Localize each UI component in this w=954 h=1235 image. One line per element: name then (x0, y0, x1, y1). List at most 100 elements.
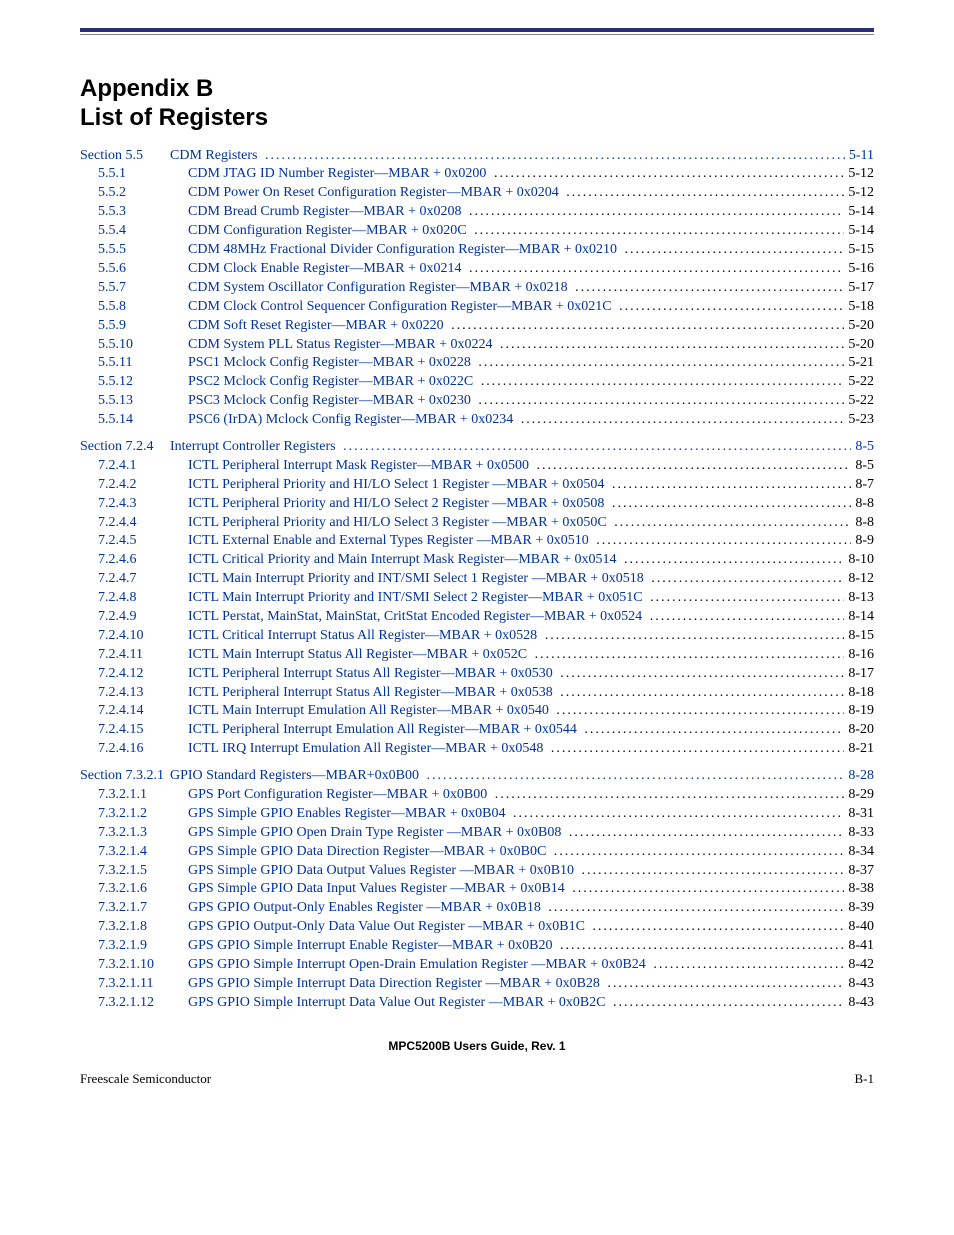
toc-entry-number[interactable]: 5.5.12 (80, 373, 188, 392)
toc-entry-number[interactable]: 7.2.4.8 (80, 589, 188, 608)
toc-entry-title[interactable]: ICTL Peripheral Interrupt Status All Reg… (188, 684, 844, 703)
toc-entry-number[interactable]: 5.5.4 (80, 222, 188, 241)
toc-entry-number[interactable]: 5.5.14 (80, 411, 188, 430)
toc-entry-title[interactable]: Interrupt Controller Registers (170, 438, 851, 457)
toc-entry-number[interactable]: 5.5.8 (80, 298, 188, 317)
toc-entry-number[interactable]: 5.5.3 (80, 203, 188, 222)
toc-entry-page[interactable]: 5-14 (844, 222, 874, 241)
toc-entry-page[interactable]: 5-21 (844, 354, 874, 373)
toc-entry-title[interactable]: GPIO Standard Registers—MBAR+0x0B00 (170, 767, 844, 786)
toc-entry-number[interactable]: 5.5.6 (80, 260, 188, 279)
toc-entry-title[interactable]: CDM Power On Reset Configuration Registe… (188, 184, 844, 203)
toc-entry-title[interactable]: CDM Registers (170, 147, 845, 166)
toc-entry-title[interactable]: CDM Clock Enable Register—MBAR + 0x0214 (188, 260, 844, 279)
toc-entry-title[interactable]: GPS Simple GPIO Data Output Values Regis… (188, 862, 844, 881)
toc-entry-page[interactable]: 8-41 (844, 937, 874, 956)
toc-entry-page[interactable]: 8-43 (844, 994, 874, 1013)
toc-entry-title[interactable]: ICTL Peripheral Priority and HI/LO Selec… (188, 514, 851, 533)
toc-entry-number[interactable]: 7.2.4.9 (80, 608, 188, 627)
toc-entry-number[interactable]: 7.3.2.1.5 (80, 862, 188, 881)
toc-entry-page[interactable]: 8-33 (844, 824, 874, 843)
toc-entry-title[interactable]: GPS GPIO Simple Interrupt Data Value Out… (188, 994, 844, 1013)
toc-entry-title[interactable]: ICTL Perstat, MainStat, MainStat, CritSt… (188, 608, 844, 627)
toc-entry-number[interactable]: 7.3.2.1.1 (80, 786, 188, 805)
toc-entry-title[interactable]: ICTL Main Interrupt Emulation All Regist… (188, 702, 844, 721)
toc-entry-page[interactable]: 5-22 (844, 392, 874, 411)
toc-entry-title[interactable]: ICTL IRQ Interrupt Emulation All Registe… (188, 740, 844, 759)
toc-entry-title[interactable]: GPS GPIO Simple Interrupt Open-Drain Emu… (188, 956, 844, 975)
toc-entry-page[interactable]: 8-14 (844, 608, 874, 627)
toc-entry-title[interactable]: ICTL Peripheral Priority and HI/LO Selec… (188, 476, 851, 495)
toc-entry-title[interactable]: GPS GPIO Simple Interrupt Enable Registe… (188, 937, 844, 956)
toc-entry-number[interactable]: 7.2.4.16 (80, 740, 188, 759)
toc-entry-page[interactable]: 8-16 (844, 646, 874, 665)
toc-entry-page[interactable]: 5-15 (844, 241, 874, 260)
toc-entry-page[interactable]: 8-5 (851, 457, 874, 476)
toc-entry-page[interactable]: 8-20 (844, 721, 874, 740)
toc-entry-title[interactable]: ICTL Peripheral Interrupt Emulation All … (188, 721, 844, 740)
toc-entry-number[interactable]: 7.2.4.7 (80, 570, 188, 589)
toc-entry-number[interactable]: 7.2.4.10 (80, 627, 188, 646)
toc-entry-page[interactable]: 8-39 (844, 899, 874, 918)
toc-entry-title[interactable]: PSC6 (IrDA) Mclock Config Register—MBAR … (188, 411, 844, 430)
toc-entry-number[interactable]: 7.2.4.11 (80, 646, 188, 665)
toc-entry-title[interactable]: ICTL Critical Priority and Main Interrup… (188, 551, 844, 570)
toc-entry-page[interactable]: 8-12 (844, 570, 874, 589)
toc-entry-title[interactable]: ICTL Peripheral Interrupt Mask Register—… (188, 457, 851, 476)
toc-entry-title[interactable]: CDM System PLL Status Register—MBAR + 0x… (188, 336, 844, 355)
toc-entry-page[interactable]: 5-16 (844, 260, 874, 279)
toc-entry-number[interactable]: 7.2.4.5 (80, 532, 188, 551)
toc-entry-title[interactable]: ICTL Peripheral Priority and HI/LO Selec… (188, 495, 851, 514)
toc-entry-title[interactable]: ICTL Peripheral Interrupt Status All Reg… (188, 665, 844, 684)
toc-entry-page[interactable]: 8-29 (844, 786, 874, 805)
toc-entry-title[interactable]: CDM Bread Crumb Register—MBAR + 0x0208 (188, 203, 844, 222)
toc-entry-number[interactable]: Section 7.2.4 (80, 438, 170, 457)
toc-entry-number[interactable]: 5.5.11 (80, 354, 188, 373)
toc-entry-page[interactable]: 8-15 (844, 627, 874, 646)
toc-entry-page[interactable]: 8-21 (844, 740, 874, 759)
toc-entry-title[interactable]: GPS GPIO Simple Interrupt Data Direction… (188, 975, 844, 994)
toc-entry-page[interactable]: 8-10 (844, 551, 874, 570)
toc-entry-page[interactable]: 8-43 (844, 975, 874, 994)
toc-entry-number[interactable]: 7.2.4.14 (80, 702, 188, 721)
toc-entry-number[interactable]: Section 7.3.2.1 (80, 767, 170, 786)
toc-entry-number[interactable]: 7.2.4.15 (80, 721, 188, 740)
toc-entry-page[interactable]: 8-34 (844, 843, 874, 862)
toc-entry-page[interactable]: 5-11 (845, 147, 874, 166)
toc-entry-page[interactable]: 8-8 (851, 514, 874, 533)
toc-entry-title[interactable]: ICTL Critical Interrupt Status All Regis… (188, 627, 844, 646)
toc-entry-page[interactable]: 8-9 (851, 532, 874, 551)
toc-entry-page[interactable]: 5-20 (844, 317, 874, 336)
toc-entry-number[interactable]: 7.2.4.4 (80, 514, 188, 533)
toc-entry-number[interactable]: 5.5.10 (80, 336, 188, 355)
toc-entry-title[interactable]: GPS Simple GPIO Data Input Values Regist… (188, 880, 844, 899)
toc-entry-number[interactable]: 7.3.2.1.3 (80, 824, 188, 843)
toc-entry-number[interactable]: 5.5.5 (80, 241, 188, 260)
toc-entry-number[interactable]: 7.2.4.6 (80, 551, 188, 570)
toc-entry-page[interactable]: 8-28 (844, 767, 874, 786)
toc-entry-title[interactable]: CDM Clock Control Sequencer Configuratio… (188, 298, 844, 317)
toc-entry-title[interactable]: ICTL Main Interrupt Priority and INT/SMI… (188, 570, 844, 589)
toc-entry-title[interactable]: GPS GPIO Output-Only Data Value Out Regi… (188, 918, 844, 937)
toc-entry-page[interactable]: 5-20 (844, 336, 874, 355)
toc-entry-page[interactable]: 8-18 (844, 684, 874, 703)
toc-entry-page[interactable]: 8-40 (844, 918, 874, 937)
toc-entry-title[interactable]: GPS GPIO Output-Only Enables Register —M… (188, 899, 844, 918)
toc-entry-number[interactable]: 7.2.4.2 (80, 476, 188, 495)
toc-entry-title[interactable]: GPS Port Configuration Register—MBAR + 0… (188, 786, 844, 805)
toc-entry-number[interactable]: 5.5.1 (80, 165, 188, 184)
toc-entry-title[interactable]: PSC1 Mclock Config Register—MBAR + 0x022… (188, 354, 844, 373)
toc-entry-number[interactable]: 7.3.2.1.9 (80, 937, 188, 956)
toc-entry-number[interactable]: 5.5.2 (80, 184, 188, 203)
toc-entry-number[interactable]: 5.5.7 (80, 279, 188, 298)
toc-entry-page[interactable]: 8-7 (851, 476, 874, 495)
toc-entry-number[interactable]: 7.3.2.1.6 (80, 880, 188, 899)
toc-entry-page[interactable]: 8-42 (844, 956, 874, 975)
toc-entry-number[interactable]: 7.3.2.1.8 (80, 918, 188, 937)
toc-entry-title[interactable]: CDM System Oscillator Configuration Regi… (188, 279, 844, 298)
toc-entry-title[interactable]: GPS Simple GPIO Data Direction Register—… (188, 843, 844, 862)
toc-entry-page[interactable]: 8-37 (844, 862, 874, 881)
toc-entry-number[interactable]: 7.2.4.1 (80, 457, 188, 476)
toc-entry-title[interactable]: PSC3 Mclock Config Register—MBAR + 0x023… (188, 392, 844, 411)
toc-entry-page[interactable]: 8-13 (844, 589, 874, 608)
